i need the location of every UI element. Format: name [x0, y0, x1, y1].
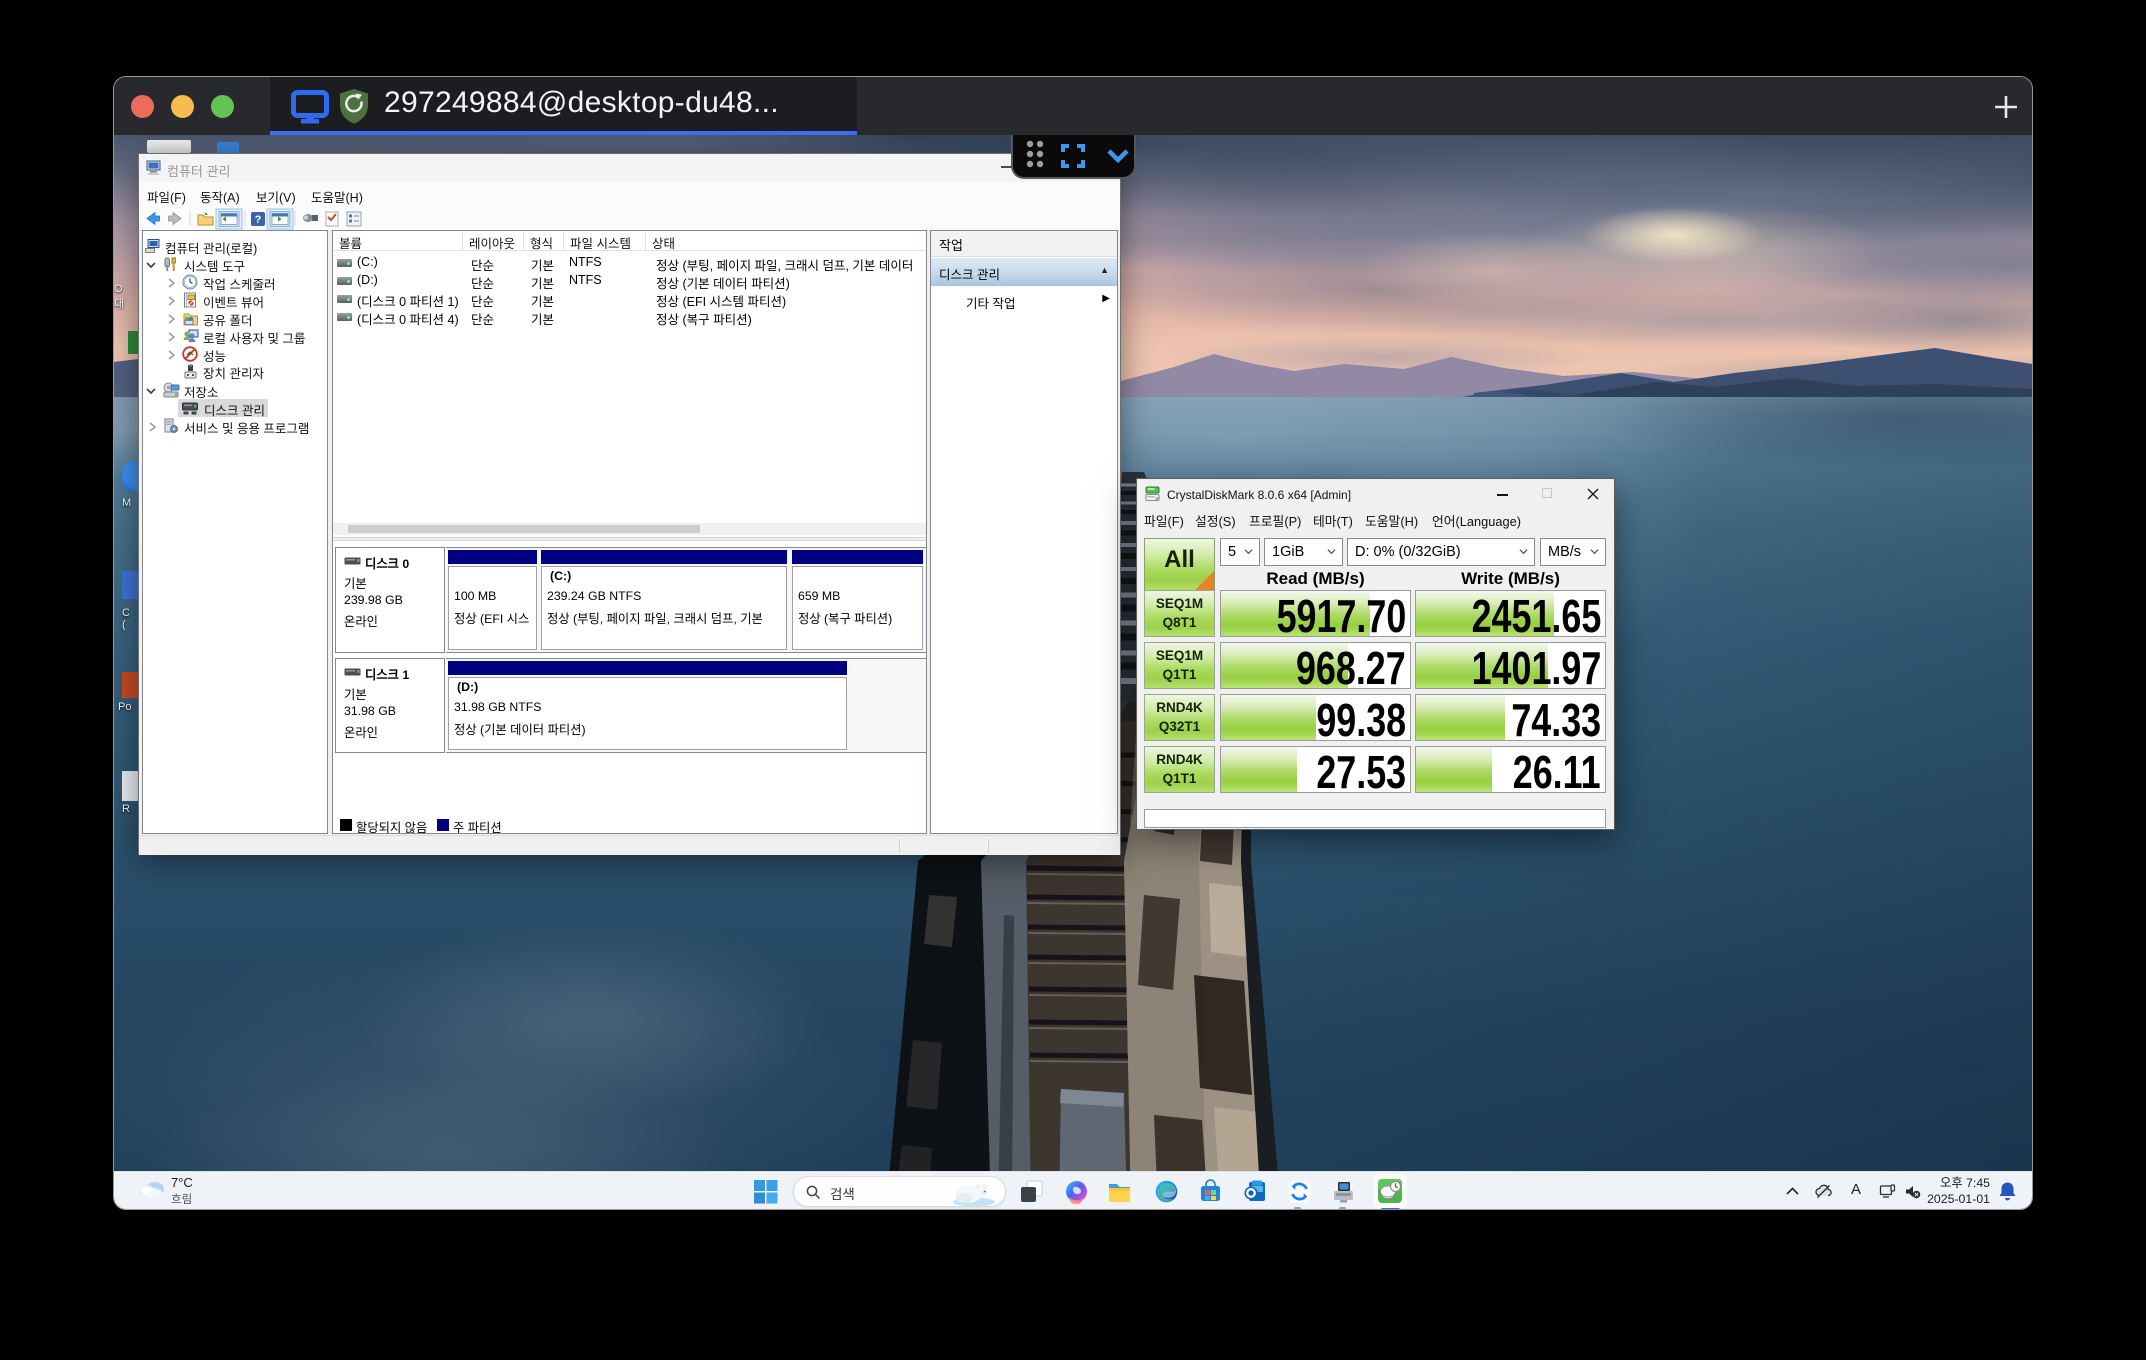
svg-text:?: ?	[255, 214, 262, 226]
